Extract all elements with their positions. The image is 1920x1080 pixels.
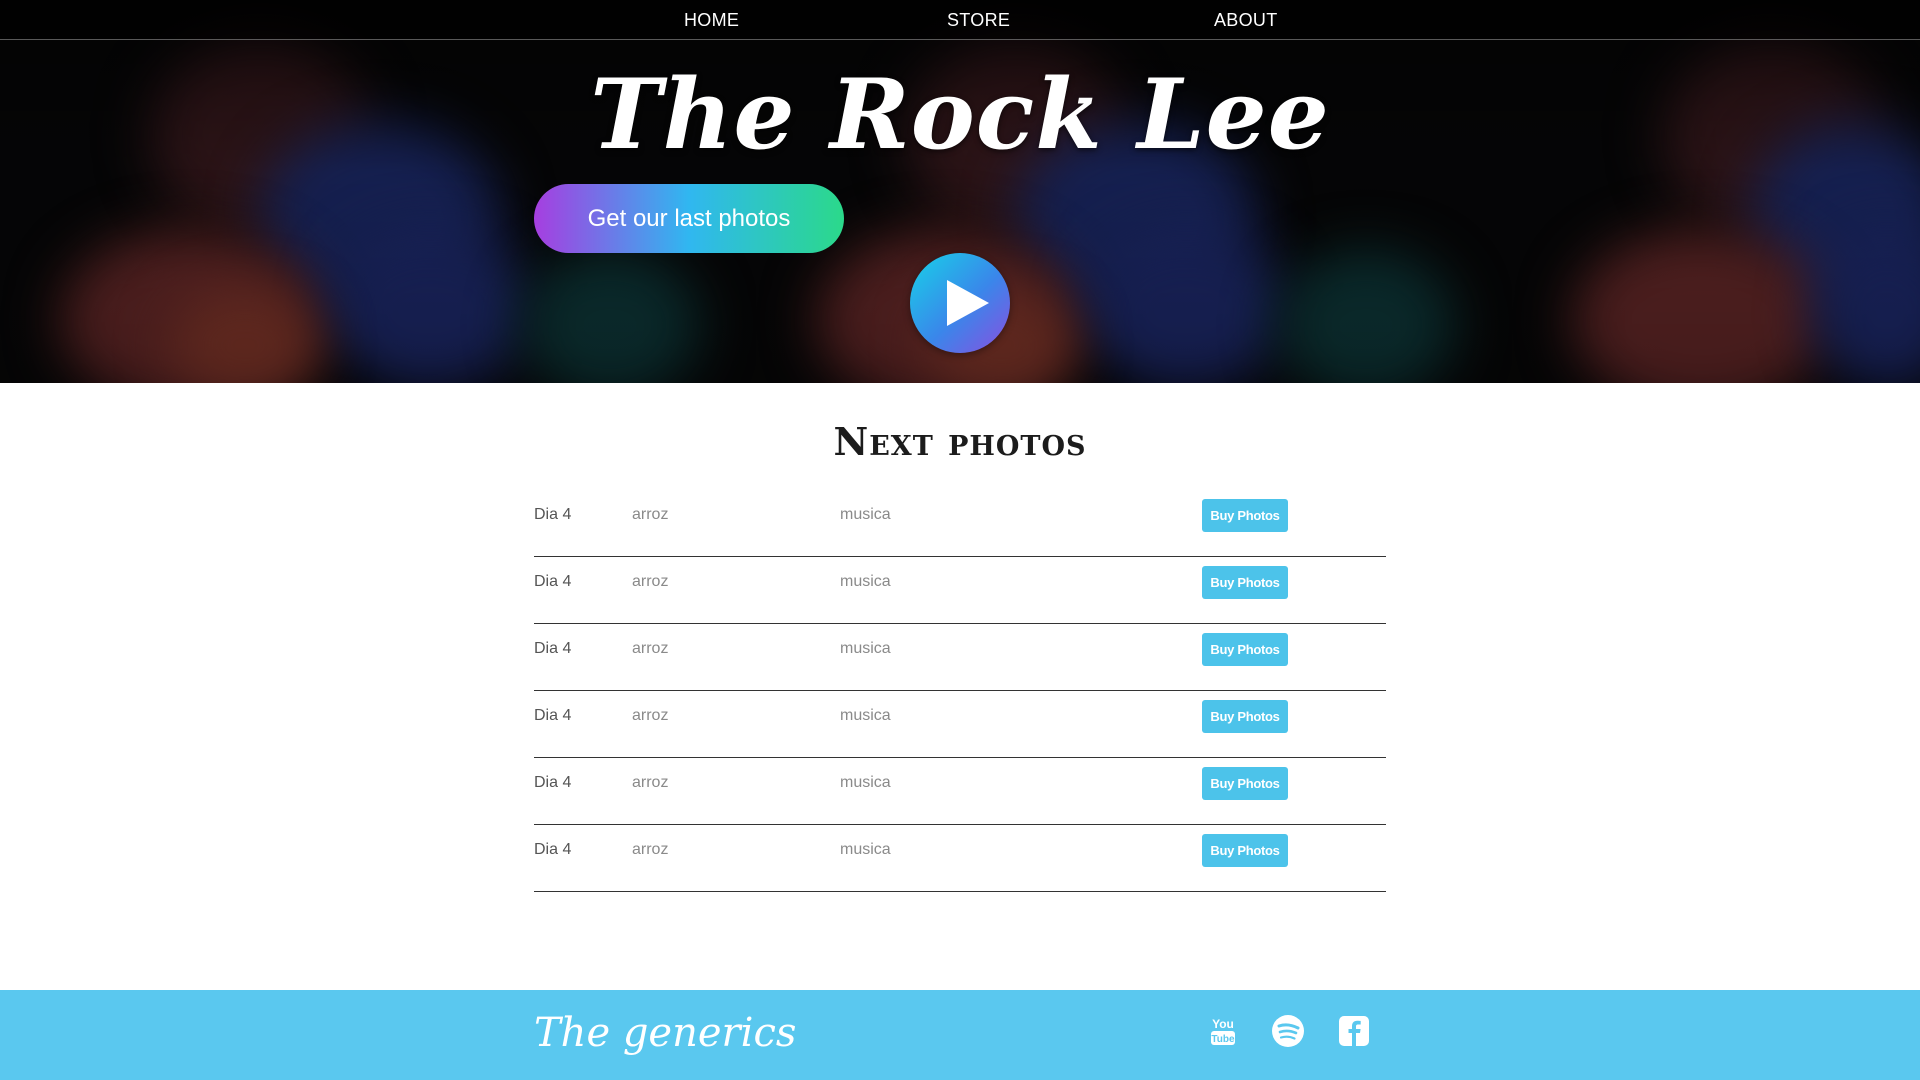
svg-text:Tube: Tube [1211, 1034, 1235, 1045]
play-button[interactable] [910, 253, 1010, 353]
buy-photos-button[interactable]: Buy Photos [1202, 700, 1288, 733]
row-day: Dia 4 [534, 506, 572, 523]
table-row: Dia 4 arroz musica Buy Photos [534, 825, 1386, 892]
nav-store-link[interactable]: STORE [947, 10, 1010, 31]
buy-photos-button[interactable]: Buy Photos [1202, 633, 1288, 666]
get-last-photos-button[interactable]: Get our last photos [534, 184, 844, 253]
row-genre: musica [840, 841, 891, 858]
footer: The generics You Tube [0, 990, 1920, 1080]
buy-photos-button[interactable]: Buy Photos [1202, 834, 1288, 867]
svg-text:You: You [1212, 1017, 1234, 1031]
row-day: Dia 4 [534, 707, 572, 724]
row-genre: musica [840, 506, 891, 523]
next-photos-heading: Next photos [833, 419, 1087, 464]
nav-about-link[interactable]: ABOUT [1214, 10, 1278, 31]
buy-photos-button[interactable]: Buy Photos [1202, 499, 1288, 532]
spotify-icon[interactable] [1271, 1014, 1305, 1048]
row-genre: musica [840, 640, 891, 657]
band-title: The Rock Lee [590, 58, 1330, 171]
hero-banner: HOME STORE ABOUT The Rock Lee Get our la… [0, 0, 1920, 383]
youtube-icon[interactable]: You Tube [1206, 1014, 1240, 1048]
photos-table: Dia 4 arroz musica Buy Photos Dia 4 arro… [534, 490, 1386, 892]
row-genre: musica [840, 774, 891, 791]
footer-brand: The generics [534, 1010, 797, 1056]
row-food: arroz [632, 506, 669, 523]
row-food: arroz [632, 707, 669, 724]
table-row: Dia 4 arroz musica Buy Photos [534, 758, 1386, 825]
row-day: Dia 4 [534, 841, 572, 858]
row-food: arroz [632, 774, 669, 791]
table-row: Dia 4 arroz musica Buy Photos [534, 691, 1386, 758]
row-day: Dia 4 [534, 640, 572, 657]
row-genre: musica [840, 707, 891, 724]
row-day: Dia 4 [534, 774, 572, 791]
table-row: Dia 4 arroz musica Buy Photos [534, 624, 1386, 691]
buy-photos-button[interactable]: Buy Photos [1202, 767, 1288, 800]
row-food: arroz [632, 841, 669, 858]
table-row: Dia 4 arroz musica Buy Photos [534, 557, 1386, 624]
row-day: Dia 4 [534, 573, 572, 590]
row-food: arroz [632, 573, 669, 590]
facebook-icon[interactable] [1337, 1014, 1371, 1048]
row-food: arroz [632, 640, 669, 657]
buy-photos-button[interactable]: Buy Photos [1202, 566, 1288, 599]
row-genre: musica [840, 573, 891, 590]
top-navigation: HOME STORE ABOUT [0, 0, 1920, 40]
table-row: Dia 4 arroz musica Buy Photos [534, 490, 1386, 557]
nav-home-link[interactable]: HOME [684, 10, 739, 31]
play-icon [947, 280, 989, 326]
